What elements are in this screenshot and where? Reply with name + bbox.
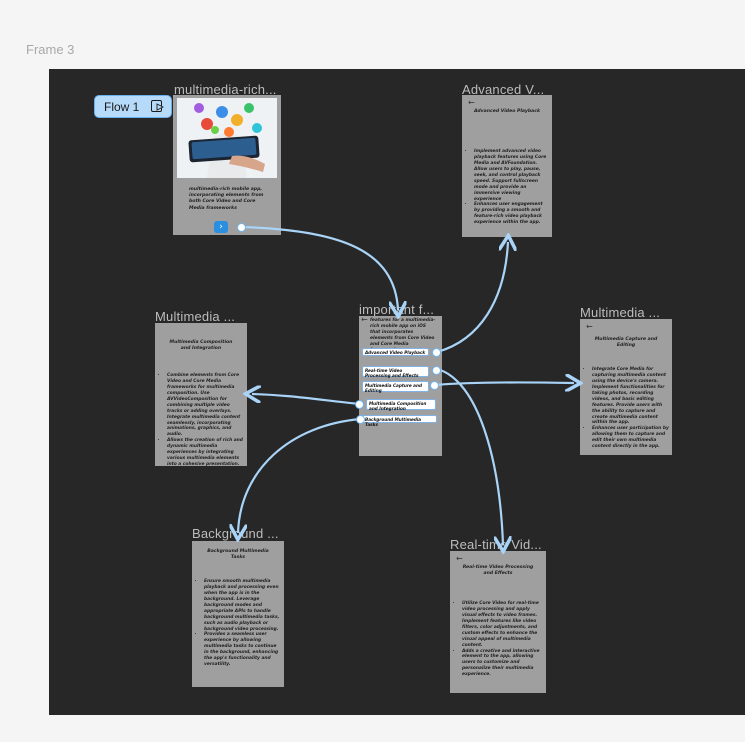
frame-composition[interactable]: Multimedia Composition and Integration C…	[155, 323, 247, 466]
frame-home[interactable]: multimedia-rich mobile app, incorporatin…	[173, 95, 281, 235]
capture-bullet-2: Enhances user participation by allowing …	[592, 426, 669, 450]
home-description: multimedia-rich mobile app, incorporatin…	[189, 187, 264, 211]
frame-title-background[interactable]: Background ...	[192, 526, 279, 541]
connector-handle-advanced[interactable]	[432, 348, 441, 357]
button-capture-editing[interactable]: Multimedia Capture and Editing	[362, 381, 429, 393]
frame-title-composition[interactable]: Multimedia ...	[155, 309, 235, 324]
next-button[interactable]: ›	[214, 221, 228, 233]
realtime-heading: Real-time Video Processing and Effects	[462, 565, 534, 577]
chevron-right-icon: ›	[219, 222, 223, 232]
connector-handle-home[interactable]	[237, 223, 246, 232]
capture-bullet-1: Integrate Core Media for capturing multi…	[592, 367, 669, 426]
flow-badge-label: Flow 1	[104, 99, 140, 114]
realtime-bullet-2: Adds a creative and interactive element …	[462, 649, 543, 679]
back-arrow-icon[interactable]: ←	[456, 554, 463, 563]
frame-realtime[interactable]: ← Real-time Video Processing and Effects…	[450, 551, 546, 693]
frame-title-important[interactable]: important f...	[359, 302, 434, 317]
background-heading: Background Multimedia Tasks	[207, 549, 269, 561]
back-arrow-icon[interactable]: ←	[586, 322, 593, 331]
connector-handle-capture[interactable]	[430, 381, 439, 390]
composition-bullet-2: Allows the creation of rich and dynamic …	[167, 438, 244, 466]
button-composition[interactable]: Multimedia Composition and Integration	[366, 399, 436, 411]
advanced-heading: Advanced Video Playback	[473, 109, 541, 114]
connector-handle-composition[interactable]	[355, 400, 364, 409]
connector-handle-realtime[interactable]	[432, 366, 441, 375]
advanced-bullet-2: Enhances user engagement by providing a …	[474, 202, 549, 226]
play-flow-icon[interactable]	[151, 100, 164, 112]
frame-background[interactable]: Background Multimedia Tasks Ensure smoot…	[192, 541, 284, 687]
realtime-bullet-1: Utilize Core Video for real-time video p…	[462, 601, 543, 649]
composition-bullet-1: Combine elements from Core Video and Cor…	[167, 373, 244, 438]
realtime-body: Utilize Core Video for real-time video p…	[455, 601, 543, 678]
button-background-tasks[interactable]: Background Multimedia Tasks	[362, 415, 437, 427]
background-bullet-2: Provides a seamless user experience by a…	[204, 632, 281, 668]
frame-capture[interactable]: ← Multimedia Capture and Editing Integra…	[580, 319, 672, 455]
composition-body: Combine elements from Core Video and Cor…	[160, 373, 244, 466]
background-bullet-1: Ensure smooth multimedia playback and pr…	[204, 579, 281, 632]
composition-heading: Multimedia Composition and Integration	[169, 340, 233, 352]
advanced-bullet-1: Implement advanced video playback featur…	[474, 149, 549, 202]
advanced-body: Implement advanced video playback featur…	[467, 149, 549, 226]
capture-body: Integrate Core Media for capturing multi…	[585, 367, 669, 450]
frame-title-capture[interactable]: Multimedia ...	[580, 305, 660, 320]
button-advanced-video[interactable]: Advanced Video Playback	[362, 348, 429, 356]
capture-heading: Multimedia Capture and Editing	[594, 337, 658, 349]
back-arrow-icon[interactable]: ←	[361, 316, 368, 324]
frame-label[interactable]: Frame 3	[26, 42, 74, 57]
flow-badge[interactable]: Flow 1	[94, 95, 172, 118]
background-body: Ensure smooth multimedia playback and pr…	[197, 579, 281, 668]
frame-advanced[interactable]: ← Advanced Video Playback Implement adva…	[462, 95, 552, 237]
frame-title-realtime[interactable]: Real-time Vid...	[450, 537, 542, 552]
phone-illustration	[177, 98, 277, 178]
back-arrow-icon[interactable]: ←	[468, 98, 475, 107]
button-realtime-video[interactable]: Real-time Video Processing and Effects	[362, 366, 429, 378]
connector-handle-background[interactable]	[356, 415, 365, 424]
